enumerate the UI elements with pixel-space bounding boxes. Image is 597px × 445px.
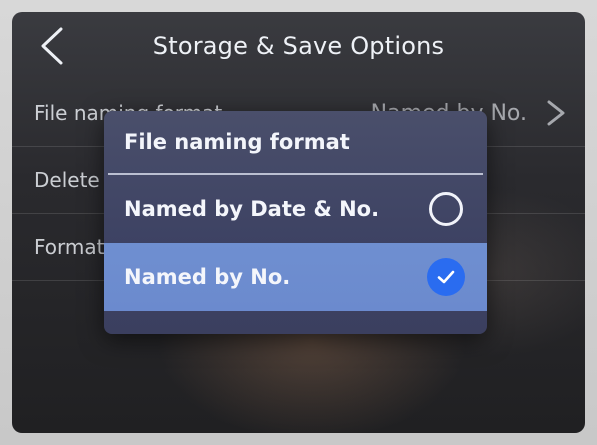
option-label: Named by Date & No. — [124, 197, 380, 221]
check-circle-icon — [427, 258, 465, 296]
page-title: Storage & Save Options — [152, 32, 445, 60]
device-frame: Storage & Save Options File naming forma… — [0, 0, 597, 445]
settings-row-label: Format — [34, 235, 105, 259]
radio-empty-icon — [429, 192, 463, 226]
option-label: Named by No. — [124, 265, 291, 289]
chevron-left-icon — [41, 27, 63, 65]
option-named-by-date-and-no[interactable]: Named by Date & No. — [104, 175, 487, 243]
file-naming-dialog: File naming format Named by Date & No. N… — [104, 111, 487, 334]
settings-row-label: Delete — [34, 168, 100, 192]
top-bar: Storage & Save Options — [12, 12, 585, 80]
back-button[interactable] — [32, 26, 72, 66]
chevron-right-icon — [547, 100, 565, 126]
option-named-by-no[interactable]: Named by No. — [104, 243, 487, 311]
dialog-title: File naming format — [124, 130, 350, 154]
